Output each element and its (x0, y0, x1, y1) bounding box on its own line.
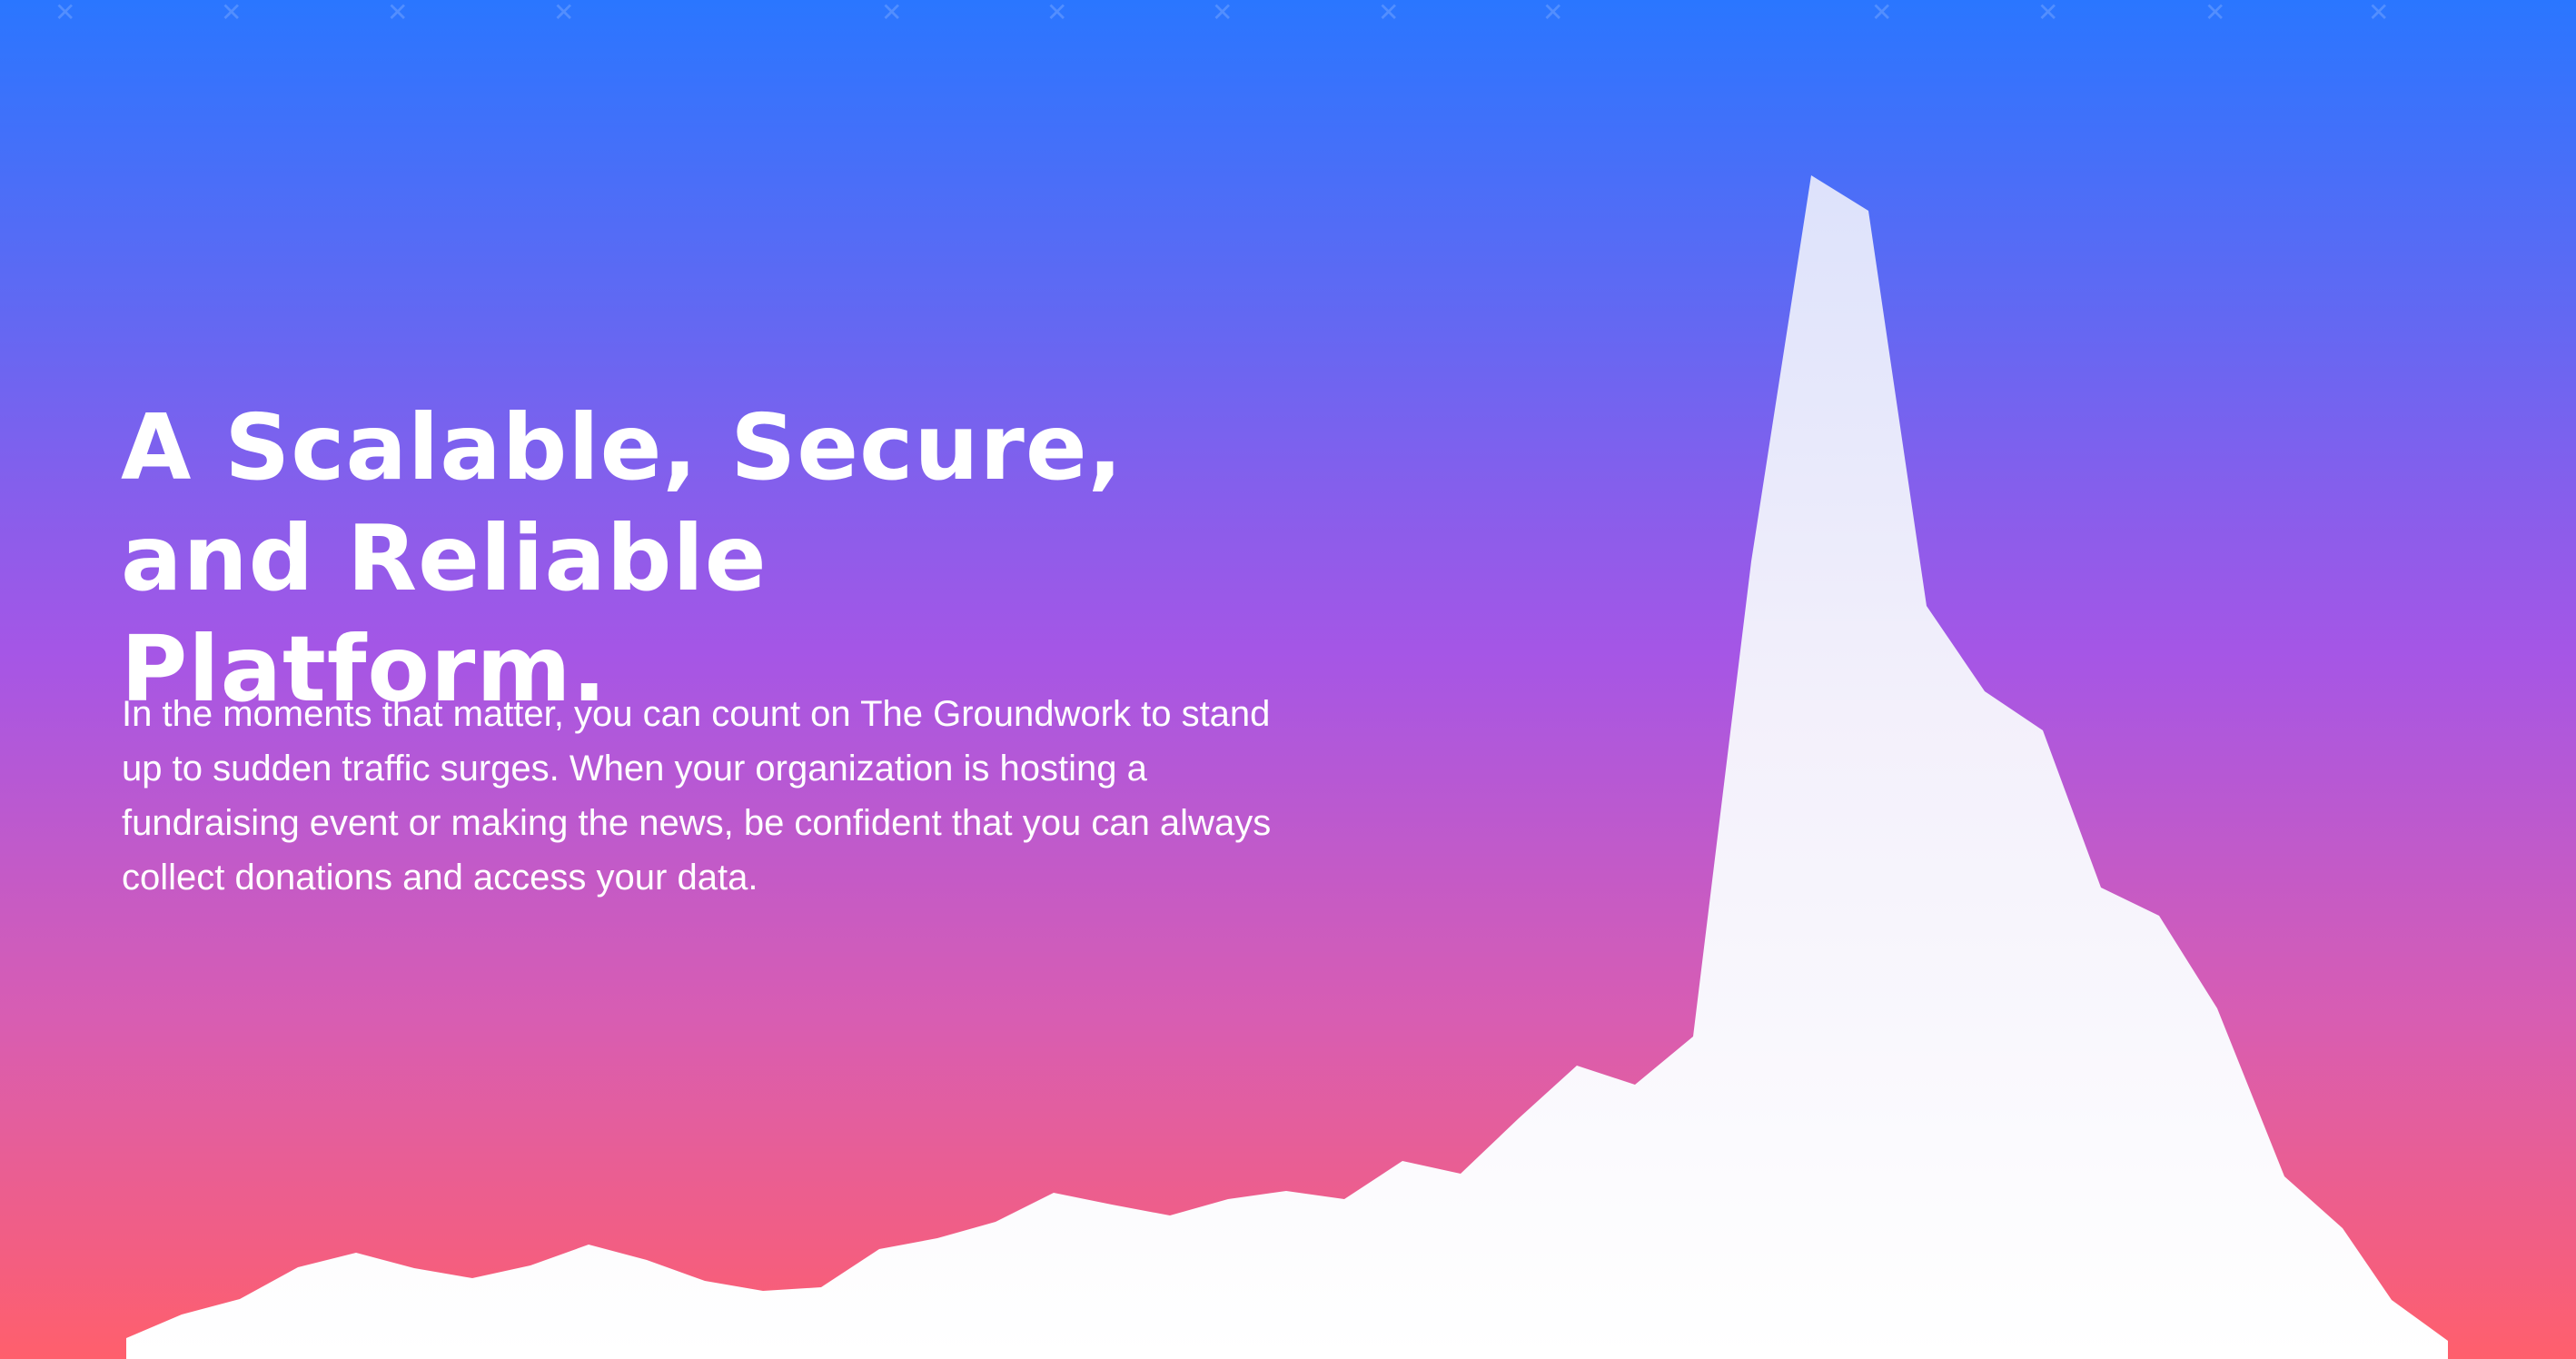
page-title: A Scalable, Secure, and Reliable Platfor… (121, 394, 1124, 722)
hero-description: In the moments that matter, you can coun… (122, 694, 1272, 898)
platform-hero-section: ✕ ✕ ✕ ✕ ✕ ✕ ✕ ✕ ✕ ✕ ✕ ✕ ✕ A Scalable, Se… (0, 0, 2576, 1359)
